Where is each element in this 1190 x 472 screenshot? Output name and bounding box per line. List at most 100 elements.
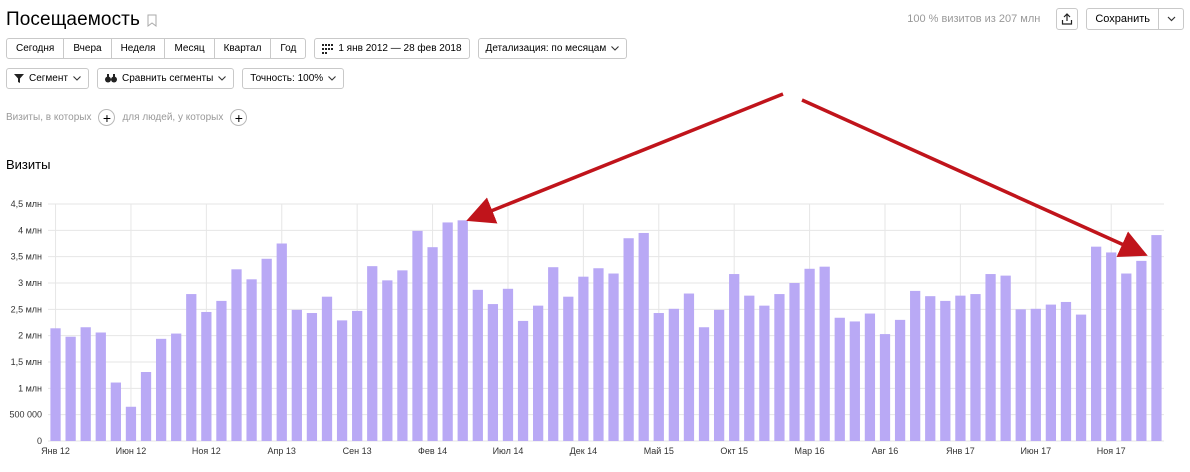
x-tick-label: Апр 13 <box>268 446 296 456</box>
page-title: Посещаемость <box>6 9 140 30</box>
accuracy-dropdown[interactable]: Точность: 100% <box>242 68 345 89</box>
x-tick-label: Окт 15 <box>720 446 748 456</box>
calendar-icon <box>322 43 334 54</box>
people-condition-label: для людей, у которых <box>122 112 224 123</box>
save-dropdown-button[interactable] <box>1159 9 1183 29</box>
tab-quarter[interactable]: Квартал <box>215 39 272 58</box>
bar <box>276 243 287 441</box>
bar <box>759 305 770 441</box>
x-tick-label: Мар 16 <box>795 446 825 456</box>
bar <box>548 267 559 441</box>
y-tick-label: 2 млн <box>18 331 42 341</box>
bar <box>1151 235 1162 441</box>
y-tick-label: 4,5 млн <box>11 199 42 209</box>
period-tabs: Сегодня Вчера Неделя Месяц Квартал Год <box>6 38 307 59</box>
bar <box>397 270 408 441</box>
bar <box>352 310 363 441</box>
x-tick-label: Авг 16 <box>872 446 899 456</box>
add-visit-condition-button[interactable]: + <box>98 109 116 126</box>
chevron-down-icon <box>73 76 81 81</box>
bar <box>593 268 604 441</box>
compare-segments-dropdown[interactable]: Сравнить сегменты <box>96 68 235 89</box>
bar <box>578 276 589 441</box>
y-tick-label: 4 млн <box>18 225 42 235</box>
compare-icon <box>104 74 117 83</box>
x-tick-label: Фев 14 <box>418 446 447 456</box>
bar <box>186 294 197 441</box>
bar <box>95 332 106 441</box>
bar <box>487 304 499 441</box>
bar <box>140 372 152 441</box>
chevron-down-icon <box>611 46 620 51</box>
bar <box>261 258 272 441</box>
chart-title: Визиты <box>6 157 51 172</box>
bar <box>306 313 318 441</box>
bar <box>382 280 393 441</box>
bar <box>638 232 649 441</box>
add-people-condition-button[interactable]: + <box>230 109 248 126</box>
bar <box>1030 308 1041 441</box>
filter-row: Визиты, в которых + для людей, у которых… <box>6 109 254 126</box>
bar <box>442 222 453 441</box>
bar <box>955 295 966 441</box>
x-tick-label: Янв 17 <box>946 446 975 456</box>
period-toolbar: Сегодня Вчера Неделя Месяц Квартал Год 1… <box>6 38 628 59</box>
tab-month[interactable]: Месяц <box>165 39 215 58</box>
tab-year[interactable]: Год <box>271 39 305 58</box>
bar <box>231 269 242 441</box>
bar <box>623 238 634 441</box>
bar <box>80 327 91 441</box>
bar <box>65 336 76 441</box>
x-tick-label: Сен 13 <box>343 446 372 456</box>
bar <box>472 289 483 441</box>
bar <box>110 382 121 441</box>
segment-label: Сегмент <box>29 73 68 84</box>
visits-note: 100 % визитов из 207 млн <box>907 13 1041 25</box>
upload-icon <box>1062 13 1073 25</box>
y-tick-label: 500 000 <box>9 410 42 420</box>
bar <box>201 311 212 441</box>
bar <box>1000 275 1011 441</box>
tab-today[interactable]: Сегодня <box>7 39 65 58</box>
y-tick-label: 3 млн <box>18 278 42 288</box>
y-tick-label: 3,5 млн <box>11 252 42 262</box>
segment-dropdown[interactable]: Сегмент <box>6 68 89 89</box>
date-range-button[interactable]: 1 янв 2012 — 28 фев 2018 <box>314 38 470 59</box>
bar <box>910 290 921 441</box>
visits-condition-label: Визиты, в которых <box>6 112 92 123</box>
tab-yesterday[interactable]: Вчера <box>64 39 112 58</box>
bar <box>533 305 544 441</box>
y-tick-label: 1,5 млн <box>11 357 42 367</box>
save-group: Сохранить <box>1086 8 1184 30</box>
bar <box>698 327 710 441</box>
date-range-label: 1 янв 2012 — 28 фев 2018 <box>338 43 462 54</box>
bookmark-icon[interactable] <box>147 14 157 27</box>
segment-toolbar: Сегмент Сравнить сегменты Точность: 100% <box>6 68 345 89</box>
detail-dropdown[interactable]: Детализация: по месяцам <box>477 38 628 59</box>
bar <box>819 266 830 441</box>
chevron-down-icon <box>1167 16 1175 22</box>
bar <box>744 295 755 441</box>
bar <box>729 274 740 441</box>
x-tick-label: Май 15 <box>644 446 674 456</box>
x-tick-label: Июн 12 <box>116 446 147 456</box>
bar <box>925 296 936 441</box>
chevron-down-icon <box>328 76 337 81</box>
arrow-to-2014-peak <box>466 92 784 224</box>
save-button[interactable]: Сохранить <box>1087 9 1159 29</box>
bar <box>1106 252 1117 441</box>
bar <box>155 338 167 441</box>
compare-label: Сравнить сегменты <box>121 73 214 84</box>
bar <box>563 296 574 441</box>
bar <box>291 309 302 441</box>
export-button[interactable] <box>1056 8 1079 30</box>
bar <box>804 268 815 441</box>
bar <box>683 293 695 441</box>
bar <box>457 220 468 441</box>
bar <box>970 294 981 441</box>
visits-bar-chart: 0 500 000 1 млн 1,5 млн 2 млн 2,5 млн 3 млн 3,5… <box>9 92 1164 456</box>
tab-week[interactable]: Неделя <box>112 39 166 58</box>
bar <box>1045 304 1057 441</box>
bar <box>608 273 619 441</box>
bar <box>1060 301 1072 441</box>
